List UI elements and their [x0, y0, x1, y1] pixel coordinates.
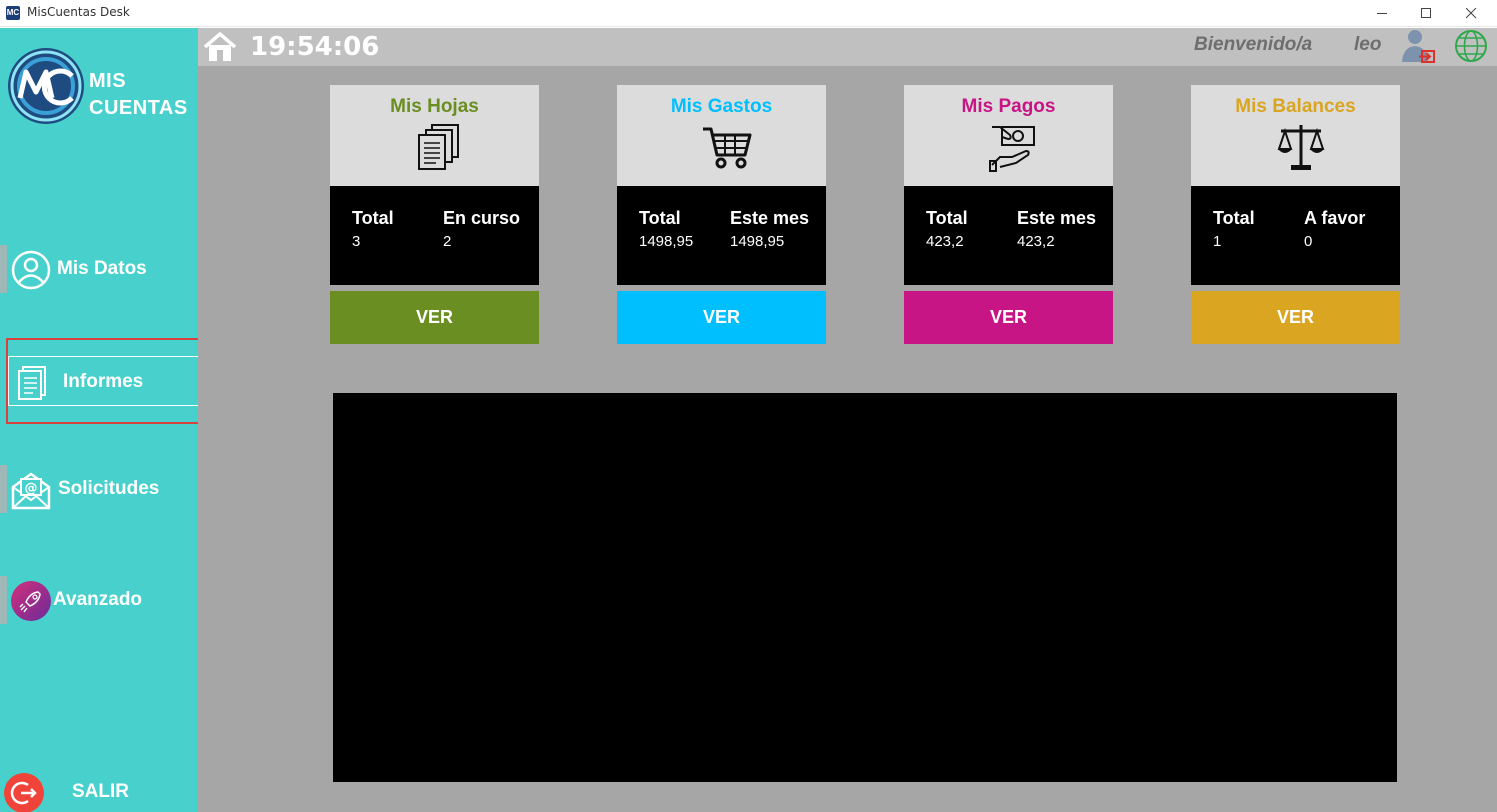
ver-pagos-button[interactable]: VER	[904, 291, 1113, 344]
scale-icon	[1277, 125, 1325, 170]
nav-marker	[0, 576, 7, 624]
stat-label: Total	[926, 208, 968, 228]
card-header: Mis Balances	[1191, 85, 1400, 186]
ver-balances-button[interactable]: VER	[1191, 291, 1400, 344]
stat-value: 1498,95	[730, 233, 785, 250]
main-content: Mis Hojas Total En curso 3 2 VER Mis Gas…	[198, 66, 1497, 812]
card-mis-hojas: Mis Hojas Total En curso 3 2 VER	[330, 85, 539, 344]
welcome-text: Bienvenido/a	[1194, 34, 1313, 55]
payment-hand-icon	[989, 126, 1035, 172]
card-title: Mis Balances	[1235, 96, 1356, 117]
stat-label: Este mes	[1017, 208, 1097, 228]
stat-value: 2	[443, 233, 452, 250]
sidebar-item-label: Informes	[63, 371, 144, 392]
sidebar-item-avanzado[interactable]: Avanzado	[0, 574, 198, 628]
rocket-icon	[11, 581, 51, 621]
stat-value: 423,2	[1017, 233, 1055, 250]
home-icon[interactable]	[203, 31, 237, 63]
stat-value: 1498,95	[639, 233, 694, 250]
stat-label: Total	[1213, 208, 1255, 228]
logo-text-line2: CUENTAS	[89, 97, 188, 119]
maximize-button[interactable]	[1403, 0, 1449, 27]
card-body: Total Este mes 1498,95 1498,95	[617, 186, 826, 285]
window-titlebar: MC MisCuentas Desk	[0, 0, 1497, 27]
stat-label: A favor	[1304, 208, 1366, 228]
card-body: Total A favor 1 0	[1191, 186, 1400, 285]
logo-text-line1: MIS	[89, 70, 127, 92]
logout-label: SALIR	[72, 781, 129, 802]
card-title: Mis Gastos	[670, 96, 773, 117]
minimize-icon	[1376, 13, 1387, 14]
card-title: Mis Pagos	[961, 96, 1056, 117]
user-circle-icon	[11, 250, 51, 290]
username: leo	[1354, 34, 1382, 55]
sidebar-item-solicitudes[interactable]: @ Solicitudes	[0, 463, 198, 517]
stat-label: Total	[639, 208, 681, 228]
sidebar-item-mis-datos[interactable]: Mis Datos	[0, 243, 198, 297]
sidebar-item-informes[interactable]: Informes	[6, 338, 206, 424]
sidebar-item-label: Mis Datos	[57, 258, 147, 279]
card-header: Mis Pagos	[904, 85, 1113, 186]
documents-icon	[418, 124, 459, 170]
app-logo-icon	[8, 48, 84, 124]
nav-marker	[0, 465, 7, 513]
close-button[interactable]	[1448, 0, 1494, 27]
card-header: Mis Hojas	[330, 85, 539, 186]
logo-text: MIS CUENTAS	[89, 68, 188, 122]
card-mis-gastos: Mis Gastos Total Este mes 1498,95 1498,9…	[617, 85, 826, 344]
selected-item-frame: Informes	[8, 356, 199, 406]
window-title: MisCuentas Desk	[27, 5, 130, 19]
card-header: Mis Gastos	[617, 85, 826, 186]
ver-gastos-button[interactable]: VER	[617, 291, 826, 344]
app-icon: MC	[6, 6, 20, 20]
card-body: Total Este mes 423,2 423,2	[904, 186, 1113, 285]
logout-circle	[4, 773, 44, 812]
content-panel	[333, 393, 1397, 782]
minimize-button[interactable]	[1359, 0, 1405, 27]
stat-label: Este mes	[730, 208, 810, 228]
stat-value: 3	[352, 233, 361, 250]
card-mis-pagos: Mis Pagos Total Este mes 423,2 423,2 VER	[904, 85, 1113, 344]
maximize-icon	[1420, 8, 1431, 18]
nav-marker	[0, 245, 7, 293]
header-bar: 19:54:06 Bienvenido/a leo	[198, 28, 1497, 66]
card-mis-balances: Mis Balances Total A favor 1 0 VER	[1191, 85, 1400, 344]
close-icon	[1465, 8, 1476, 19]
svg-text:@: @	[25, 481, 38, 496]
stat-label: En curso	[443, 208, 521, 228]
shopping-cart-icon	[703, 127, 752, 169]
sidebar-item-label: Solicitudes	[58, 478, 160, 499]
clock: 19:54:06	[250, 32, 380, 62]
exit-icon	[10, 781, 37, 805]
sidebar: MIS CUENTAS Mis Datos Informes @ Solicit…	[0, 28, 206, 812]
user-logout-icon[interactable]	[1400, 28, 1438, 65]
stat-value: 0	[1304, 233, 1313, 250]
ver-hojas-button[interactable]: VER	[330, 291, 539, 344]
card-title: Mis Hojas	[390, 96, 479, 117]
report-icon	[18, 366, 46, 400]
globe-icon[interactable]	[1454, 29, 1488, 63]
stat-value: 1	[1213, 233, 1222, 250]
stat-value: 423,2	[926, 233, 964, 250]
card-body: Total En curso 3 2	[330, 186, 539, 285]
stat-label: Total	[352, 208, 394, 228]
email-icon: @	[11, 472, 51, 510]
sidebar-item-label: Avanzado	[53, 589, 143, 610]
logout-button[interactable]: SALIR	[0, 770, 198, 812]
